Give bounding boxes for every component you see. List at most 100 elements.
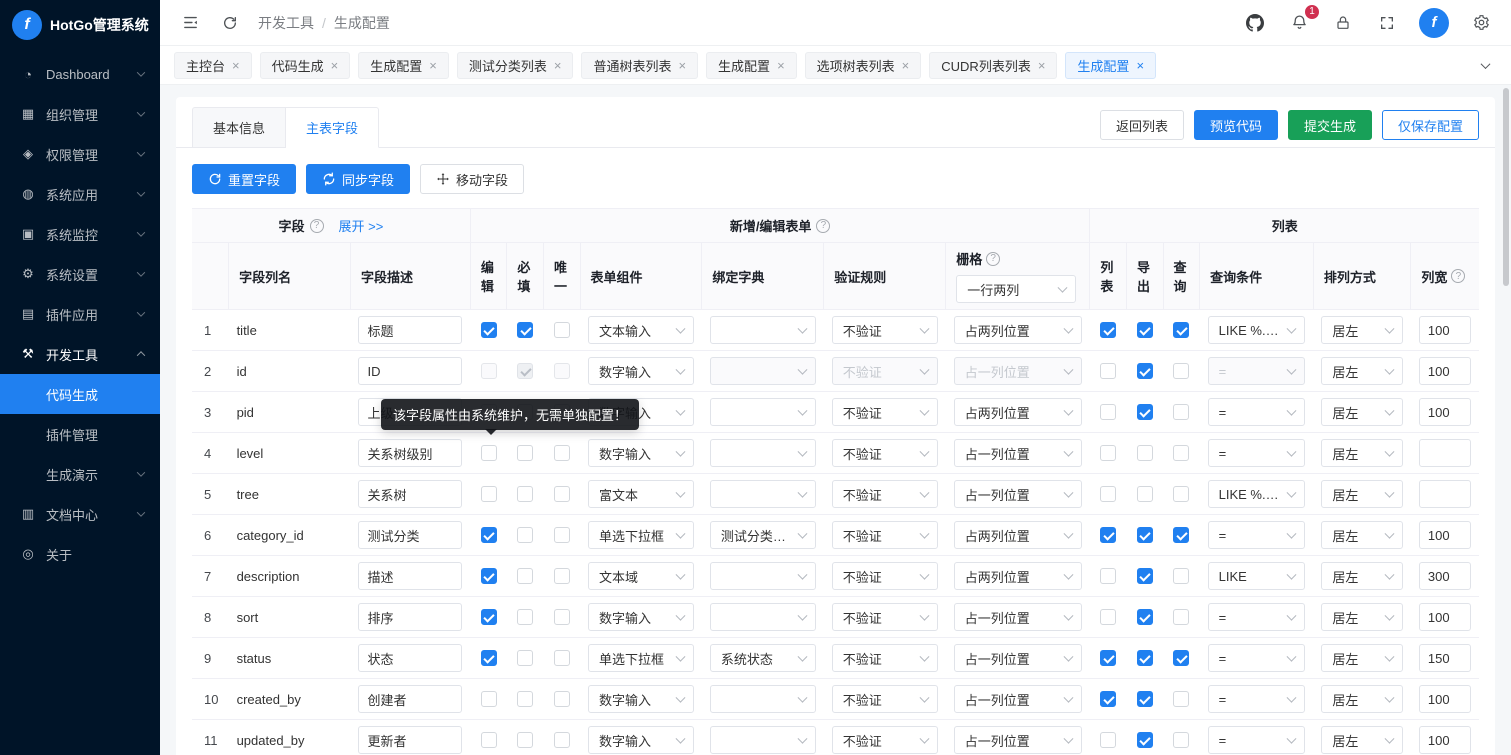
edit-checkbox[interactable]: [481, 650, 497, 666]
align-select[interactable]: 居左: [1321, 480, 1403, 508]
field-desc-input[interactable]: [358, 726, 462, 754]
tab-close-icon[interactable]: ×: [1038, 59, 1046, 72]
page-tab[interactable]: 普通树表列表×: [581, 52, 698, 79]
dict-select[interactable]: [710, 398, 816, 426]
align-select[interactable]: 居左: [1321, 398, 1403, 426]
condition-select[interactable]: LIKE %...%: [1208, 480, 1306, 508]
page-tab[interactable]: 代码生成×: [260, 52, 351, 79]
query-checkbox[interactable]: [1173, 322, 1189, 338]
move-fields-button[interactable]: 移动字段: [420, 164, 524, 194]
align-select[interactable]: 居左: [1321, 357, 1403, 385]
page-tab[interactable]: 测试分类列表×: [457, 52, 574, 79]
unique-checkbox[interactable]: [554, 486, 570, 502]
dict-select[interactable]: [710, 562, 816, 590]
rule-select[interactable]: 不验证: [832, 316, 938, 344]
field-desc-input[interactable]: [358, 521, 462, 549]
required-checkbox[interactable]: [517, 486, 533, 502]
grid-layout-select[interactable]: 一行两列: [956, 275, 1076, 303]
page-tab[interactable]: 选项树表列表×: [805, 52, 922, 79]
align-select[interactable]: 居左: [1321, 726, 1403, 754]
condition-select[interactable]: =: [1208, 521, 1306, 549]
sidebar-item[interactable]: ▥文档中心: [0, 494, 160, 534]
component-select[interactable]: 数字输入: [588, 603, 694, 631]
sidebar-item[interactable]: ◍系统应用: [0, 174, 160, 214]
query-checkbox[interactable]: [1173, 650, 1189, 666]
query-checkbox[interactable]: [1173, 486, 1189, 502]
export-checkbox[interactable]: [1137, 609, 1153, 625]
config-tab[interactable]: 基本信息: [192, 107, 286, 148]
page-tab[interactable]: 主控台×: [174, 52, 252, 79]
user-avatar[interactable]: f: [1419, 8, 1449, 38]
edit-checkbox[interactable]: [481, 445, 497, 461]
align-select[interactable]: 居左: [1321, 316, 1403, 344]
export-checkbox[interactable]: [1137, 732, 1153, 748]
align-select[interactable]: 居左: [1321, 644, 1403, 672]
rule-select[interactable]: 不验证: [832, 562, 938, 590]
required-checkbox[interactable]: [517, 445, 533, 461]
query-checkbox[interactable]: [1173, 568, 1189, 584]
sidebar-item[interactable]: ◎关于: [0, 534, 160, 574]
field-desc-input[interactable]: [358, 603, 462, 631]
unique-checkbox[interactable]: [554, 322, 570, 338]
component-select[interactable]: 文本域: [588, 562, 694, 590]
preview-code-button[interactable]: 预览代码: [1194, 110, 1278, 140]
list-checkbox[interactable]: [1100, 486, 1116, 502]
field-desc-input[interactable]: [358, 439, 462, 467]
tab-close-icon[interactable]: ×: [1136, 59, 1144, 72]
grid-select[interactable]: 占一列位置: [954, 685, 1082, 713]
query-checkbox[interactable]: [1173, 404, 1189, 420]
required-checkbox[interactable]: [517, 650, 533, 666]
condition-select[interactable]: =: [1208, 357, 1306, 385]
sidebar-item-active[interactable]: 代码生成: [0, 374, 160, 414]
rule-select[interactable]: 不验证: [832, 480, 938, 508]
page-tab[interactable]: 生成配置×: [358, 52, 449, 79]
dict-select[interactable]: [710, 357, 816, 385]
unique-checkbox[interactable]: [554, 691, 570, 707]
help-icon[interactable]: [310, 219, 324, 233]
required-checkbox[interactable]: [517, 363, 533, 379]
list-checkbox[interactable]: [1100, 650, 1116, 666]
column-width-input[interactable]: [1419, 480, 1471, 508]
query-checkbox[interactable]: [1173, 609, 1189, 625]
expand-fields-link[interactable]: 展开 >>: [339, 216, 384, 235]
github-icon[interactable]: [1243, 11, 1267, 35]
edit-checkbox[interactable]: [481, 363, 497, 379]
unique-checkbox[interactable]: [554, 568, 570, 584]
sidebar-item[interactable]: ▦组织管理: [0, 94, 160, 134]
column-width-input[interactable]: [1419, 398, 1471, 426]
align-select[interactable]: 居左: [1321, 603, 1403, 631]
field-desc-input[interactable]: [358, 480, 462, 508]
export-checkbox[interactable]: [1137, 445, 1153, 461]
required-checkbox[interactable]: [517, 568, 533, 584]
tab-close-icon[interactable]: ×: [777, 59, 785, 72]
dict-select[interactable]: 测试分类选项: [710, 521, 816, 549]
export-checkbox[interactable]: [1137, 691, 1153, 707]
settings-gear-icon[interactable]: [1469, 11, 1493, 35]
help-icon[interactable]: [1451, 269, 1465, 283]
help-icon[interactable]: [816, 219, 830, 233]
component-select[interactable]: 富文本: [588, 480, 694, 508]
list-checkbox[interactable]: [1100, 732, 1116, 748]
condition-select[interactable]: =: [1208, 726, 1306, 754]
edit-checkbox[interactable]: [481, 527, 497, 543]
condition-select[interactable]: =: [1208, 644, 1306, 672]
config-tab-active[interactable]: 主表字段: [286, 107, 379, 148]
required-checkbox[interactable]: [517, 609, 533, 625]
unique-checkbox[interactable]: [554, 732, 570, 748]
breadcrumb-item[interactable]: 开发工具: [258, 13, 314, 33]
sidebar-item[interactable]: ◔Dashboard: [0, 54, 160, 94]
export-checkbox[interactable]: [1137, 650, 1153, 666]
list-checkbox[interactable]: [1100, 609, 1116, 625]
sync-fields-button[interactable]: 同步字段: [306, 164, 410, 194]
sidebar-item[interactable]: ▣系统监控: [0, 214, 160, 254]
edit-checkbox[interactable]: [481, 568, 497, 584]
list-checkbox[interactable]: [1100, 568, 1116, 584]
rule-select[interactable]: 不验证: [832, 685, 938, 713]
tab-options-chevron-icon[interactable]: [1473, 53, 1497, 77]
rule-select[interactable]: 不验证: [832, 726, 938, 754]
export-checkbox[interactable]: [1137, 486, 1153, 502]
notification-bell-icon[interactable]: 1: [1287, 11, 1311, 35]
rule-select[interactable]: 不验证: [832, 603, 938, 631]
column-width-input[interactable]: [1419, 644, 1471, 672]
dict-select[interactable]: [710, 685, 816, 713]
